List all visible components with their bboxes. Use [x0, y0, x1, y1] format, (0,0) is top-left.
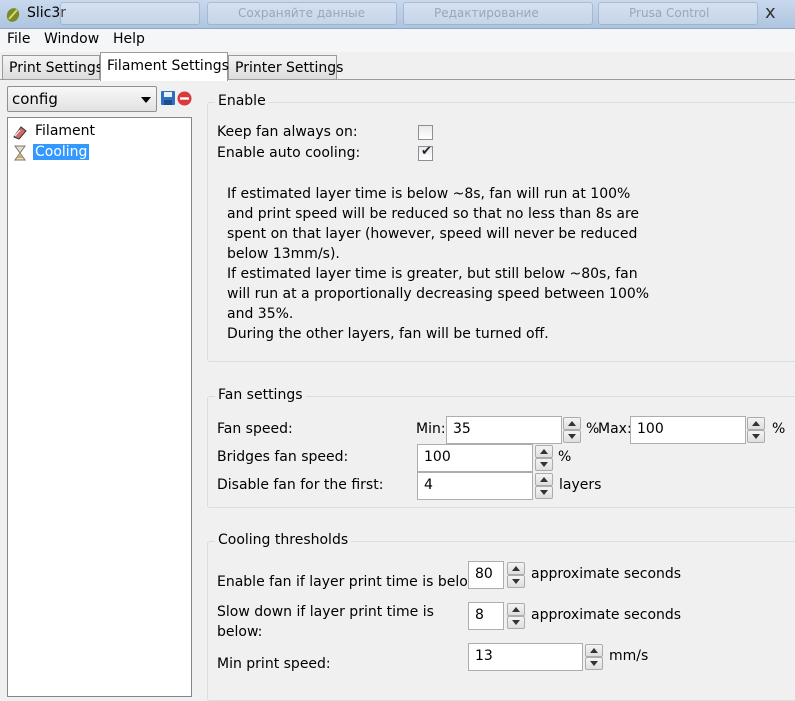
tab-filament-settings[interactable]: Filament Settings	[100, 52, 229, 81]
spin-down-button[interactable]	[563, 430, 581, 443]
background-window-tab[interactable]	[60, 2, 200, 25]
bridges-fan-speed-spinner[interactable]	[535, 444, 553, 472]
spin-down-button[interactable]	[585, 657, 603, 670]
enable-fan-below-spinner[interactable]	[507, 561, 525, 589]
group-title: Cooling thresholds	[215, 532, 352, 548]
preset-dropdown[interactable]: config	[7, 86, 157, 112]
menu-bar: File Window Help	[0, 29, 795, 52]
tab-printer-settings[interactable]: Printer Settings	[228, 55, 343, 80]
disable-fan-layers-input[interactable]: 4	[417, 472, 533, 500]
spin-up-button[interactable]	[747, 417, 765, 430]
chevron-down-icon	[141, 97, 151, 103]
min-fan-speed-spinner[interactable]	[563, 416, 581, 444]
hourglass-icon	[14, 145, 26, 161]
description-line: During the other layers, fan will be tur…	[227, 326, 549, 342]
background-window-tab[interactable]: Редактирование	[403, 2, 593, 25]
title-bar[interactable]: Slic3r Сохраняйте данные Редактирование …	[0, 0, 795, 29]
description-line: If estimated layer time is below ~8s, fa…	[227, 186, 631, 202]
group-title: Fan settings	[215, 387, 306, 403]
description-line: and 35%.	[227, 306, 294, 322]
disable-fan-layers-spinner[interactable]	[535, 472, 553, 500]
background-window-tab[interactable]: Prusa Control	[598, 2, 758, 25]
description-line: spent on that layer (however, speed will…	[227, 226, 638, 242]
min-print-speed-unit: mm/s	[609, 648, 649, 664]
min-print-speed-spinner[interactable]	[585, 643, 603, 671]
tab-print-settings[interactable]: Print Settings	[2, 55, 103, 80]
spin-up-button[interactable]	[507, 562, 525, 575]
description-line: and print speed will be reduced so that …	[227, 206, 640, 222]
spin-up-button[interactable]	[535, 473, 553, 486]
min-print-speed-input[interactable]: 13	[468, 643, 583, 671]
max-fan-speed-spinner[interactable]	[747, 416, 765, 444]
bridges-fan-speed-label: Bridges fan speed:	[217, 449, 349, 465]
description-line: If estimated layer time is greater, but …	[227, 266, 638, 282]
spin-up-button[interactable]	[585, 644, 603, 657]
keep-fan-checkbox[interactable]	[418, 125, 433, 140]
checkmark-icon: ✔	[421, 144, 432, 159]
description-line: below 13mm/s).	[227, 246, 340, 262]
slow-down-unit: approximate seconds	[531, 607, 682, 623]
spin-down-button[interactable]	[535, 486, 553, 499]
menu-window[interactable]: Window	[44, 31, 99, 47]
max-label: Max:	[598, 421, 632, 437]
slow-down-label: Slow down if layer print time is	[217, 604, 434, 620]
enable-fan-below-unit: approximate seconds	[531, 566, 682, 582]
min-print-speed-label: Min print speed:	[217, 656, 331, 672]
preset-value: config	[12, 90, 58, 108]
slow-down-input[interactable]: 8	[468, 602, 504, 630]
tree-item-label: Cooling	[33, 144, 90, 160]
auto-cooling-checkbox[interactable]: ✔	[418, 144, 433, 161]
slic3r-logo-icon	[6, 8, 20, 22]
menu-file[interactable]: File	[7, 31, 30, 47]
fan-speed-label: Fan speed:	[217, 421, 293, 437]
slow-down-label: below:	[217, 624, 263, 640]
delete-icon[interactable]	[177, 91, 192, 106]
spin-down-button[interactable]	[535, 458, 553, 471]
slow-down-spinner[interactable]	[507, 602, 525, 630]
category-tree: Filament Cooling	[7, 117, 192, 697]
keep-fan-label: Keep fan always on:	[217, 124, 358, 140]
close-icon[interactable]: x	[765, 2, 776, 23]
min-fan-speed-input[interactable]: 35	[446, 416, 562, 444]
settings-tabs: Print Settings Filament Settings Printer…	[0, 52, 795, 81]
disable-fan-unit: layers	[559, 477, 602, 493]
max-unit: %	[772, 421, 786, 437]
bridges-unit: %	[558, 449, 572, 465]
max-fan-speed-input[interactable]: 100	[630, 416, 746, 444]
spin-down-button[interactable]	[747, 430, 765, 443]
enable-fan-below-input[interactable]: 80	[468, 561, 504, 589]
enable-fan-below-label: Enable fan if layer print time is below:	[217, 574, 484, 590]
background-window-tab[interactable]: Сохраняйте данные	[207, 2, 397, 25]
spin-down-button[interactable]	[507, 575, 525, 588]
tree-item-label: Filament	[35, 123, 96, 139]
menu-help[interactable]: Help	[113, 31, 145, 47]
save-icon[interactable]	[160, 90, 176, 106]
filament-icon	[13, 126, 27, 140]
cooling-description: If estimated layer time is below ~8s, fa…	[227, 184, 650, 344]
bridges-fan-speed-input[interactable]: 100	[417, 444, 533, 472]
min-label: Min:	[416, 421, 446, 437]
spin-up-button[interactable]	[563, 417, 581, 430]
spin-up-button[interactable]	[535, 445, 553, 458]
auto-cooling-label: Enable auto cooling:	[217, 145, 361, 161]
spin-down-button[interactable]	[507, 616, 525, 629]
disable-fan-label: Disable fan for the first:	[217, 477, 384, 493]
description-line: will run at a proportionally decreasing …	[227, 286, 650, 302]
group-title: Enable	[215, 93, 269, 109]
spin-up-button[interactable]	[507, 603, 525, 616]
